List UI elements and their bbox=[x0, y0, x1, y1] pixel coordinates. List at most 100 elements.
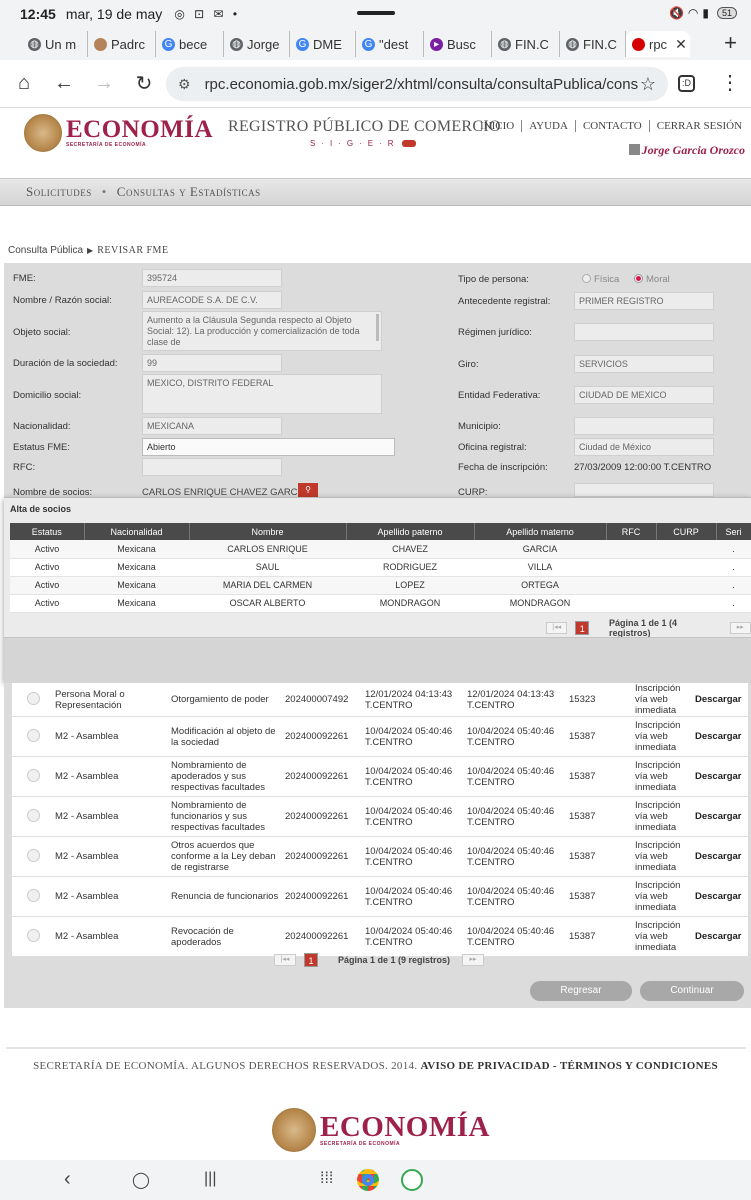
nav-cerrar-sesion[interactable]: CERRAR SESIÓN bbox=[648, 120, 749, 132]
browser-tab[interactable]: ◍ FIN.C bbox=[560, 31, 626, 57]
table-row[interactable]: Activo Mexicana SAUL RODRIGUEZ VILLA. bbox=[10, 558, 751, 577]
socios-search-button[interactable]: ⚲ bbox=[298, 483, 318, 497]
footer-separator: - bbox=[552, 1060, 557, 1072]
browser-tab[interactable]: ◍ Un m bbox=[22, 31, 88, 57]
site-settings-icon[interactable]: ⚙ bbox=[178, 76, 191, 93]
top-navigation: INICIO AYUDA CONTACTO CERRAR SESIÓN bbox=[480, 120, 749, 132]
column-header[interactable]: Apellido materno bbox=[474, 523, 607, 540]
column-header[interactable]: Nacionalidad bbox=[84, 523, 190, 540]
download-link[interactable]: Descargar bbox=[692, 916, 748, 957]
rfc-label: RFC: bbox=[13, 462, 36, 473]
download-link[interactable]: Descargar bbox=[692, 876, 748, 917]
scrollbar[interactable] bbox=[376, 314, 379, 341]
continuar-button[interactable]: Continuar bbox=[640, 981, 744, 1001]
home-icon[interactable]: ⌂ bbox=[4, 72, 44, 95]
nav-contacto[interactable]: CONTACTO bbox=[574, 120, 649, 132]
table-cell-num: 15387 bbox=[566, 756, 632, 797]
more-menu-icon[interactable]: ⋮ bbox=[720, 70, 740, 95]
download-link[interactable]: Descargar bbox=[692, 796, 748, 837]
radio-fisica-icon[interactable] bbox=[582, 274, 591, 283]
table-row[interactable]: M2 - Asamblea Renuncia de funcionarios 202… bbox=[12, 876, 748, 917]
domicilio-textarea[interactable]: MEXICO, DISTRITO FEDERAL bbox=[142, 374, 382, 414]
url-input[interactable]: ⚙ rpc.economia.gob.mx/siger2/xhtml/consu… bbox=[166, 67, 668, 101]
browser-tab[interactable]: Padrc bbox=[88, 31, 156, 57]
table-row[interactable]: M2 - Asamblea Revocación de apoderados 202… bbox=[12, 916, 748, 957]
table-row[interactable]: Activo Mexicana OSCAR ALBERTO MONDRAGON MOND… bbox=[10, 594, 751, 613]
row-radio-icon[interactable] bbox=[27, 848, 40, 862]
browser-tab[interactable]: ▸ Busc bbox=[424, 31, 492, 57]
regresar-button[interactable]: Regresar bbox=[530, 981, 632, 1001]
row-radio-icon[interactable] bbox=[27, 928, 40, 942]
table-row[interactable]: Activo Mexicana MARIA DEL CARMEN LOPEZ ORTEG… bbox=[10, 576, 751, 595]
radio-moral-icon[interactable] bbox=[634, 274, 643, 283]
maps-icon[interactable] bbox=[401, 1169, 423, 1191]
table-row[interactable]: M2 - Asamblea Nombramiento de funcionario… bbox=[12, 796, 748, 837]
reload-icon[interactable]: ↻ bbox=[124, 71, 164, 96]
table-cell: SAUL bbox=[189, 558, 346, 577]
row-radio-icon[interactable] bbox=[27, 888, 40, 902]
column-header[interactable]: CURP bbox=[656, 523, 717, 540]
breadcrumb: Consulta Pública ▶ REVISAR FME bbox=[8, 245, 169, 256]
pager-first-button[interactable]: |◂◂ bbox=[274, 954, 296, 966]
tab-switcher-icon[interactable]: :D bbox=[678, 75, 695, 92]
back-icon[interactable]: ‹ bbox=[64, 1168, 71, 1191]
download-link[interactable]: Descargar bbox=[692, 836, 748, 877]
new-tab-icon[interactable]: + bbox=[724, 30, 737, 56]
table-row[interactable]: M2 - Asamblea Modificación al objeto de l… bbox=[12, 716, 748, 757]
economia-logo[interactable]: ECONOMÍA SECRETARÍA DE ECONOMÍA bbox=[24, 114, 213, 152]
bookmark-star-icon[interactable]: ☆ bbox=[640, 74, 656, 95]
close-tab-icon[interactable]: ✕ bbox=[675, 36, 687, 53]
user-name[interactable]: Jorge Garcia Orozco bbox=[628, 143, 745, 158]
download-link[interactable]: Descargar bbox=[692, 683, 748, 717]
menu-solicitudes[interactable]: Solicitudes bbox=[26, 184, 92, 200]
download-link[interactable]: Descargar bbox=[692, 756, 748, 797]
back-arrow-icon[interactable]: ← bbox=[44, 72, 84, 95]
google-icon: G bbox=[296, 37, 309, 51]
menu-consultas[interactable]: Consultas y Estadísticas bbox=[117, 184, 261, 200]
table-row[interactable]: M2 - Asamblea Otros acuerdos que conforme… bbox=[12, 836, 748, 877]
pager-next-button[interactable]: ▸▸ bbox=[729, 622, 751, 634]
browser-tab[interactable]: ◍ FIN.C bbox=[492, 31, 560, 57]
table-row[interactable]: Persona Moral o Representación Otorgamien… bbox=[12, 683, 748, 717]
browser-tab[interactable]: G "dest bbox=[356, 31, 424, 57]
nav-inicio[interactable]: INICIO bbox=[480, 120, 521, 132]
column-header[interactable]: Apellido paterno bbox=[346, 523, 475, 540]
siger-badge-icon bbox=[401, 140, 416, 148]
row-radio-icon[interactable] bbox=[27, 808, 40, 822]
column-header[interactable]: Estatus bbox=[10, 523, 85, 540]
column-header[interactable]: Seri bbox=[716, 523, 751, 540]
pager-page-1[interactable]: 1 bbox=[304, 953, 318, 967]
domicilio-text: MEXICO, DISTRITO FEDERAL bbox=[147, 378, 274, 388]
browser-tab[interactable]: G DME bbox=[290, 31, 356, 57]
objeto-textarea[interactable]: Aumento a la Cláusula Segunda respecto a… bbox=[142, 311, 382, 351]
terms-link[interactable]: TÉRMINOS Y CONDICIONES bbox=[560, 1060, 718, 1072]
row-radio-icon[interactable] bbox=[27, 768, 40, 782]
breadcrumb-root[interactable]: Consulta Pública bbox=[8, 245, 83, 256]
table-row[interactable]: Activo Mexicana CARLOS ENRIQUE CHAVEZ GARCIA… bbox=[10, 540, 751, 559]
pager-next-button[interactable]: ▸▸ bbox=[462, 954, 485, 966]
pager-first-button[interactable]: |◂◂ bbox=[546, 622, 568, 634]
table-row[interactable]: M2 - Asamblea Nombramiento de apoderados … bbox=[12, 756, 748, 797]
chrome-icon[interactable] bbox=[357, 1169, 379, 1191]
browser-tab[interactable]: ◍ Jorge bbox=[224, 31, 290, 57]
entidad-field: CIUDAD DE MEXICO bbox=[574, 386, 714, 404]
download-link[interactable]: Descargar bbox=[692, 716, 748, 757]
privacy-link[interactable]: AVISO DE PRIVACIDAD bbox=[420, 1060, 549, 1072]
table-cell bbox=[656, 576, 716, 595]
home-button-icon[interactable]: ◯ bbox=[132, 1170, 150, 1190]
table-cell: . bbox=[716, 540, 751, 559]
pager-page-1[interactable]: 1 bbox=[575, 621, 590, 635]
column-header[interactable]: Nombre bbox=[189, 523, 347, 540]
radio-fisica[interactable]: Física bbox=[582, 274, 619, 285]
column-header[interactable]: RFC bbox=[606, 523, 657, 540]
app-drawer-icon[interactable]: ⁞⁞⁞ bbox=[320, 1170, 333, 1188]
radio-moral[interactable]: Moral bbox=[634, 274, 670, 285]
row-radio-icon[interactable] bbox=[27, 728, 40, 742]
browser-tab[interactable]: Gbece bbox=[156, 31, 224, 57]
row-radio-icon[interactable] bbox=[27, 691, 40, 705]
table-cell-medio: Inscripción vía web inmediata bbox=[632, 836, 692, 877]
recents-icon[interactable]: ||| bbox=[204, 1170, 216, 1188]
forward-arrow-icon[interactable]: → bbox=[84, 72, 124, 95]
browser-tab-active[interactable]: rpc ✕ bbox=[626, 31, 690, 57]
nav-ayuda[interactable]: AYUDA bbox=[521, 120, 575, 132]
